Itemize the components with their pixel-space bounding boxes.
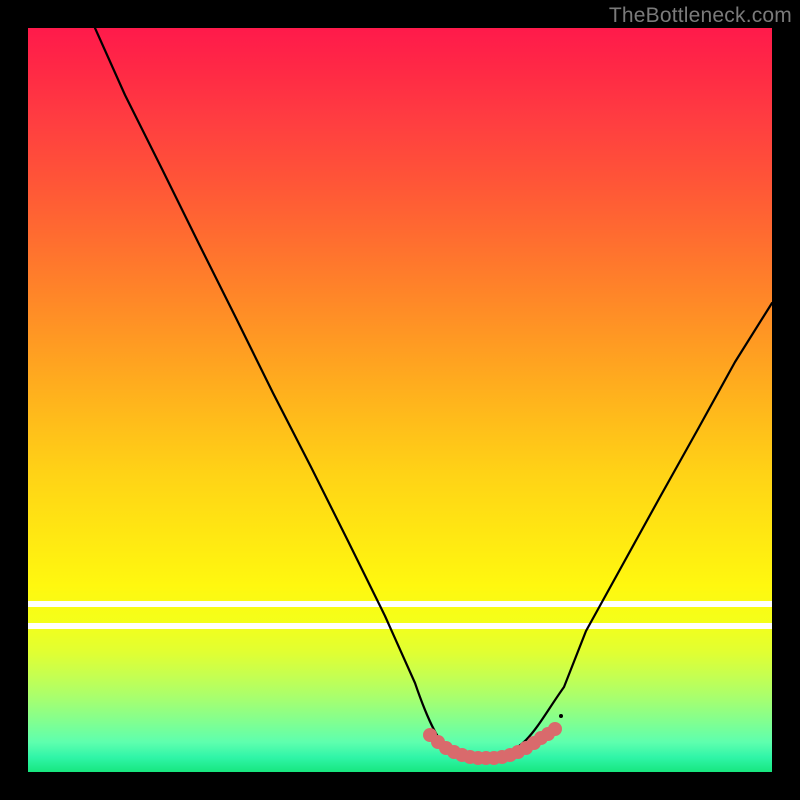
chart-stage: TheBottleneck.com — [0, 0, 800, 800]
bottleneck-curve — [95, 28, 772, 760]
marker-gap-dot — [559, 714, 563, 718]
curve-svg — [28, 28, 772, 772]
plot-area — [28, 28, 772, 772]
marker-band — [423, 722, 562, 765]
watermark-text: TheBottleneck.com — [609, 4, 792, 28]
